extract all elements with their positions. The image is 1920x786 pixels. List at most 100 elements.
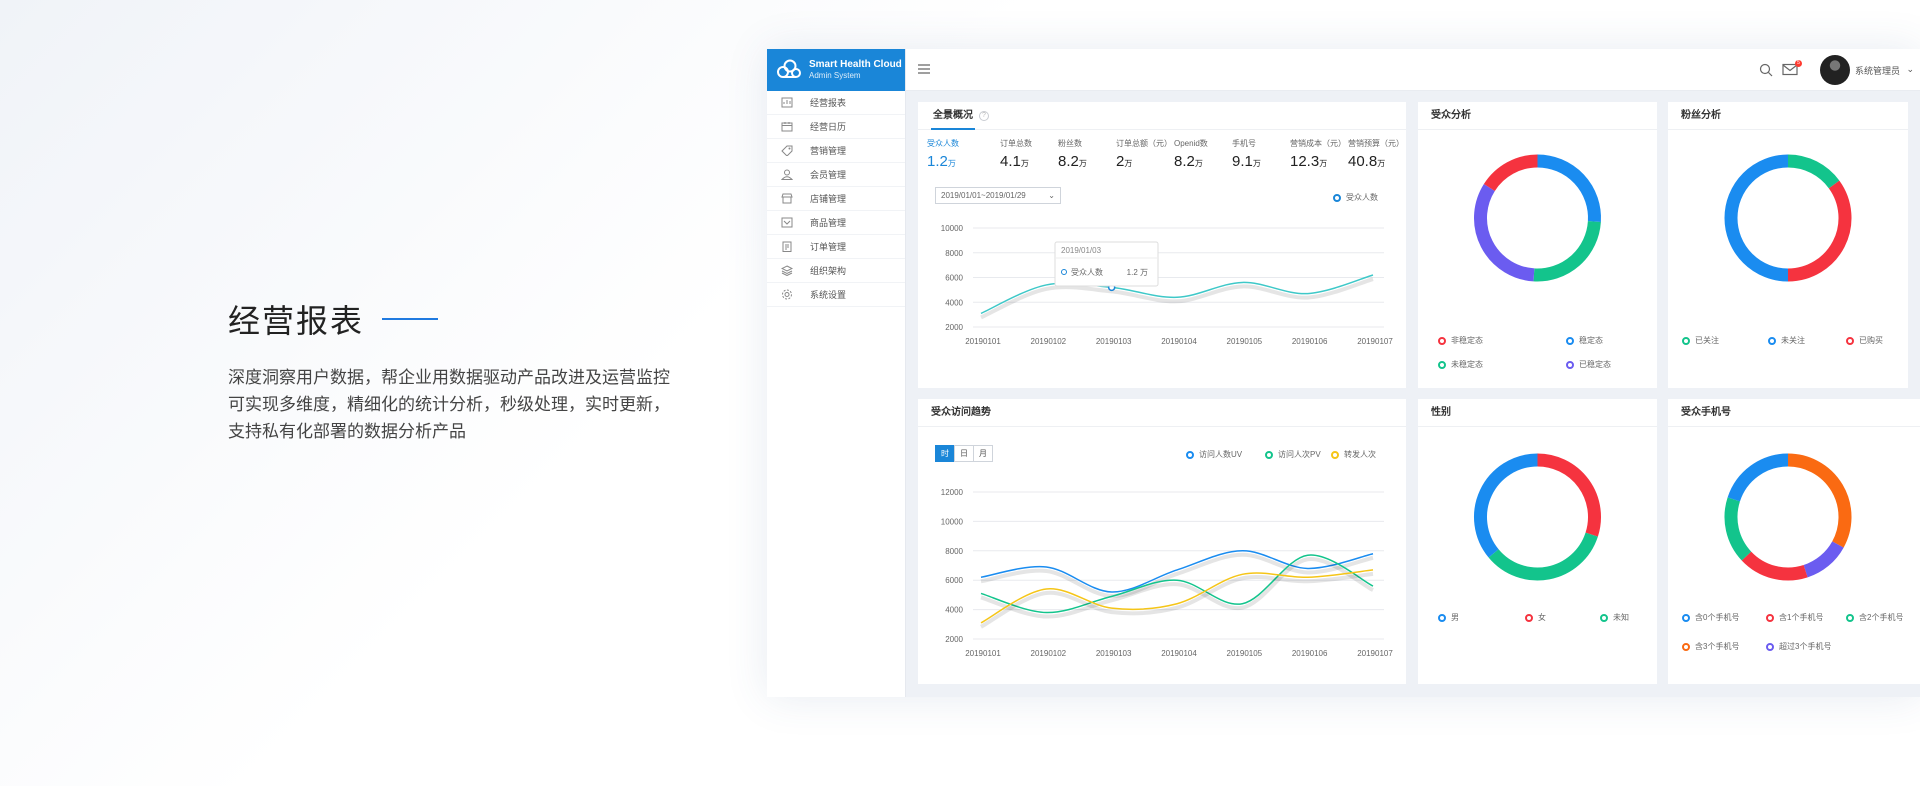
phone-legend-item[interactable]: 含1个手机号	[1766, 612, 1823, 623]
fans-legend-item[interactable]: 未关注	[1768, 335, 1805, 346]
legend-marker-icon	[1186, 450, 1194, 459]
kpi-label: 受众人数	[927, 139, 959, 148]
kpi-label: 订单总额（元）	[1116, 139, 1172, 148]
segment-day[interactable]: 日	[954, 445, 974, 462]
intro-title: 经营报表	[228, 296, 748, 342]
sidebar-item-6[interactable]: 订单管理	[767, 235, 905, 259]
legend-marker-icon	[1333, 193, 1341, 202]
donut-slice[interactable]	[1533, 220, 1601, 282]
trend-legend-item[interactable]: 访问人数UV	[1186, 449, 1242, 460]
date-range-select[interactable]: 2019/01/01~2019/01/29 ⌄	[935, 187, 1061, 204]
phone-legend-item[interactable]: 含0个手机号	[1682, 612, 1739, 623]
kpi-item[interactable]: 营销预算（元） 40.8万	[1348, 138, 1406, 170]
phone-legend-item[interactable]: 含3个手机号	[1682, 641, 1739, 652]
trend-card-title: 受众访问趋势	[918, 399, 1406, 427]
kpi-label: 粉丝数	[1058, 139, 1082, 148]
y-tick-label: 2000	[945, 323, 963, 332]
donut-slice[interactable]	[1724, 154, 1789, 282]
kpi-number: 8.2	[1174, 153, 1195, 170]
cloud-logo-icon	[777, 59, 801, 78]
gender-legend-item[interactable]: 未知	[1600, 612, 1629, 623]
donut-slice[interactable]	[1803, 541, 1844, 578]
kpi-item[interactable]: Openid数 8.2万	[1174, 138, 1232, 170]
search-icon[interactable]	[1759, 63, 1773, 77]
avatar[interactable]	[1820, 55, 1850, 85]
sidebar-item-5[interactable]: 商品管理	[767, 211, 905, 235]
help-icon[interactable]: ?	[979, 111, 989, 121]
brand-header[interactable]: Smart Health Cloud Admin System	[767, 49, 905, 91]
legend-audience[interactable]: 受众人数	[1333, 192, 1378, 203]
sidebar-item-4[interactable]: 店铺管理	[767, 187, 905, 211]
audience-legend-item[interactable]: 未稳定态	[1438, 359, 1483, 370]
gender-legend-item[interactable]: 女	[1525, 612, 1546, 623]
x-tick-label: 20190106	[1292, 337, 1328, 346]
user-name[interactable]: 系统管理员	[1855, 64, 1900, 77]
sidebar-item-8[interactable]: 系统设置	[767, 283, 905, 307]
audience-legend-item[interactable]: 已稳定态	[1566, 359, 1611, 370]
audience-legend-item[interactable]: 稳定态	[1566, 335, 1603, 346]
trend-legend-item[interactable]: 访问人次PV	[1265, 449, 1321, 460]
kpi-value: 4.1万	[1000, 153, 1058, 170]
donut-slice[interactable]	[1741, 551, 1808, 581]
sidebar-item-label: 店铺管理	[810, 194, 847, 204]
sidebar-item-2[interactable]: 营销管理	[767, 139, 905, 163]
phone-legend-item[interactable]: 含2个手机号	[1846, 612, 1903, 623]
donut-slice[interactable]	[1724, 497, 1752, 561]
donut-slice[interactable]	[1474, 183, 1535, 282]
chevron-down-icon[interactable]: ⌄	[1906, 64, 1914, 75]
tab-overview[interactable]: 全景概况	[931, 102, 975, 130]
kpi-item[interactable]: 订单总数 4.1万	[1000, 138, 1058, 170]
donut-slice[interactable]	[1787, 453, 1852, 548]
donut-slice[interactable]	[1727, 453, 1789, 502]
x-tick-label: 20190105	[1227, 337, 1263, 346]
mail-badge: 5	[1795, 60, 1802, 67]
legend-label: 含2个手机号	[1859, 613, 1904, 622]
trend-legend-item[interactable]: 转发人次	[1331, 449, 1376, 460]
chart-tooltip: 2019/01/03 受众人数 1.2 万	[1054, 241, 1159, 287]
segment-hour[interactable]: 时	[935, 445, 955, 462]
legend-label: 访问人次PV	[1278, 450, 1321, 459]
kpi-number: 1.2	[927, 153, 948, 170]
top-bar: 5 系统管理员 ⌄	[906, 49, 1920, 91]
segment-month[interactable]: 月	[973, 445, 993, 462]
legend-label: 已购买	[1859, 336, 1883, 345]
sidebar-item-7[interactable]: 组织架构	[767, 259, 905, 283]
intro-title-text: 经营报表	[228, 303, 365, 339]
fans-legend-item[interactable]: 已购买	[1846, 335, 1883, 346]
kpi-item[interactable]: 订单总额（元） 2万	[1116, 138, 1174, 170]
overview-card-header: 全景概况?	[918, 102, 1406, 130]
donut-slice[interactable]	[1787, 154, 1840, 189]
sidebar-item-label: 会员管理	[810, 170, 847, 180]
tooltip-value: 1.2 万	[1127, 268, 1148, 277]
menu-icon[interactable]	[918, 64, 930, 74]
donut-slice[interactable]	[1537, 453, 1601, 537]
audience-donut-chart	[1474, 154, 1601, 282]
donut-slice[interactable]	[1537, 154, 1601, 222]
gender-legend-item[interactable]: 男	[1438, 612, 1459, 623]
fans-analysis-card: 粉丝分析 已关注 未关注 已购买	[1668, 102, 1908, 388]
kpi-item[interactable]: 营销成本（元） 12.3万	[1290, 138, 1348, 170]
fans-legend-item[interactable]: 已关注	[1682, 335, 1719, 346]
kpi-value: 1.2万	[927, 153, 1000, 170]
phone-legend-item[interactable]: 超过3个手机号	[1766, 641, 1831, 652]
series-line[interactable]	[980, 274, 1374, 315]
kpi-number: 4.1	[1000, 153, 1021, 170]
x-tick-label: 20190106	[1292, 649, 1328, 658]
sidebar-item-0[interactable]: 经营报表	[767, 91, 905, 115]
gender-card: 性别 男 女 未知	[1418, 399, 1657, 684]
kpi-item[interactable]: 受众人数 1.2万	[927, 138, 1000, 170]
sidebar-item-1[interactable]: 经营日历	[767, 115, 905, 139]
donut-slice[interactable]	[1787, 180, 1852, 282]
sidebar-item-3[interactable]: 会员管理	[767, 163, 905, 187]
donut-slice[interactable]	[1488, 532, 1598, 581]
legend-label: 稳定态	[1579, 336, 1603, 345]
brand-name: Smart Health Cloud	[809, 59, 902, 70]
kpi-item[interactable]: 手机号 9.1万	[1232, 138, 1290, 170]
audience-legend-item[interactable]: 非稳定态	[1438, 335, 1483, 346]
kpi-row: 受众人数 1.2万 订单总数 4.1万 粉丝数 8.2万 订单总额（元） 2万 Openid数 8…	[918, 130, 1406, 170]
kpi-value: 8.2万	[1174, 153, 1232, 170]
series-shadow	[980, 277, 1374, 320]
donut-slice[interactable]	[1474, 453, 1538, 558]
donut-slice[interactable]	[1483, 154, 1538, 192]
kpi-item[interactable]: 粉丝数 8.2万	[1058, 138, 1116, 170]
